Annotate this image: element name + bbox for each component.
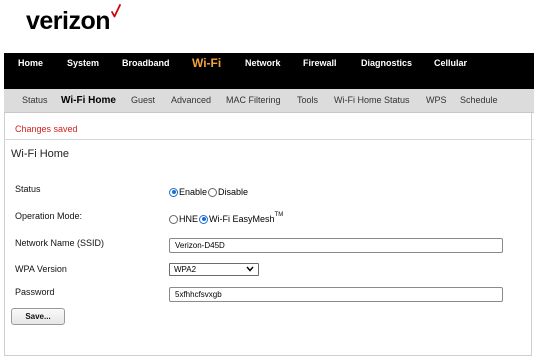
sub-nav-status[interactable]: Status [22, 89, 48, 112]
trademark-mark: TM [274, 212, 284, 218]
status-message: Changes saved [15, 124, 78, 134]
top-nav-home[interactable]: Home [18, 53, 43, 89]
logo-text: verizon [26, 7, 111, 35]
sub-nav-wifi-home[interactable]: Wi-Fi Home [61, 89, 116, 112]
ssid-label: Network Name (SSID) [15, 238, 105, 248]
top-nav-firewall[interactable]: Firewall [303, 53, 337, 89]
password-label: Password [15, 287, 55, 297]
wpa-version-label: WPA Version [15, 264, 67, 274]
sub-nav-guest[interactable]: Guest [131, 89, 155, 112]
top-nav-network[interactable]: Network [245, 53, 281, 89]
wpa-version-value: WPA2 [174, 265, 197, 274]
status-enable-label: Enable [179, 187, 208, 197]
top-nav-wifi[interactable]: Wi-Fi [192, 53, 221, 89]
top-nav-cellular[interactable]: Cellular [434, 53, 467, 89]
status-enable-radio[interactable] [169, 187, 178, 197]
status-label: Status [15, 184, 41, 194]
status-disable-radio[interactable] [208, 187, 218, 197]
top-nav-diagnostics[interactable]: Diagnostics [361, 53, 412, 89]
sub-nav-tools[interactable]: Tools [297, 89, 318, 112]
mode-easymesh-label: Wi-Fi EasyMeshTM [209, 212, 284, 224]
operation-mode-label: Operation Mode: [15, 211, 83, 221]
ssid-input[interactable]: Verizon-D45D [169, 238, 503, 253]
sub-nav-mac-filtering[interactable]: MAC Filtering [226, 89, 281, 112]
top-nav: Home System Broadband Wi-Fi Network Fire… [4, 53, 534, 89]
verizon-logo: verizon [26, 4, 121, 38]
status-radio-group: Enable Disable [169, 187, 249, 197]
mode-easymesh-radio[interactable] [199, 214, 209, 224]
save-button[interactable]: Save... [11, 308, 65, 325]
sub-nav-advanced[interactable]: Advanced [171, 89, 211, 112]
divider [4, 139, 534, 140]
top-nav-system[interactable]: System [67, 53, 99, 89]
password-input[interactable]: 5xfhhcfsvxgb [169, 287, 503, 302]
mode-hne-label: HNE [179, 214, 199, 224]
operation-mode-radio-group: HNE Wi-Fi EasyMeshTM [169, 212, 284, 224]
checkmark-icon [111, 4, 121, 18]
sub-nav-wifi-home-status[interactable]: Wi-Fi Home Status [334, 89, 410, 112]
mode-hne-radio[interactable] [169, 214, 178, 224]
top-nav-broadband[interactable]: Broadband [122, 53, 170, 89]
content-panel [4, 113, 532, 356]
sub-nav-schedule[interactable]: Schedule [460, 89, 498, 112]
status-disable-label: Disable [218, 187, 249, 197]
chevron-down-icon [246, 266, 254, 272]
sub-nav-wps[interactable]: WPS [426, 89, 447, 112]
sub-nav: Status Wi-Fi Home Guest Advanced MAC Fil… [4, 89, 534, 113]
page-title: Wi-Fi Home [11, 148, 70, 160]
wpa-version-select[interactable]: WPA2 [169, 263, 259, 276]
mode-easymesh-text: Wi-Fi EasyMesh [209, 214, 275, 224]
